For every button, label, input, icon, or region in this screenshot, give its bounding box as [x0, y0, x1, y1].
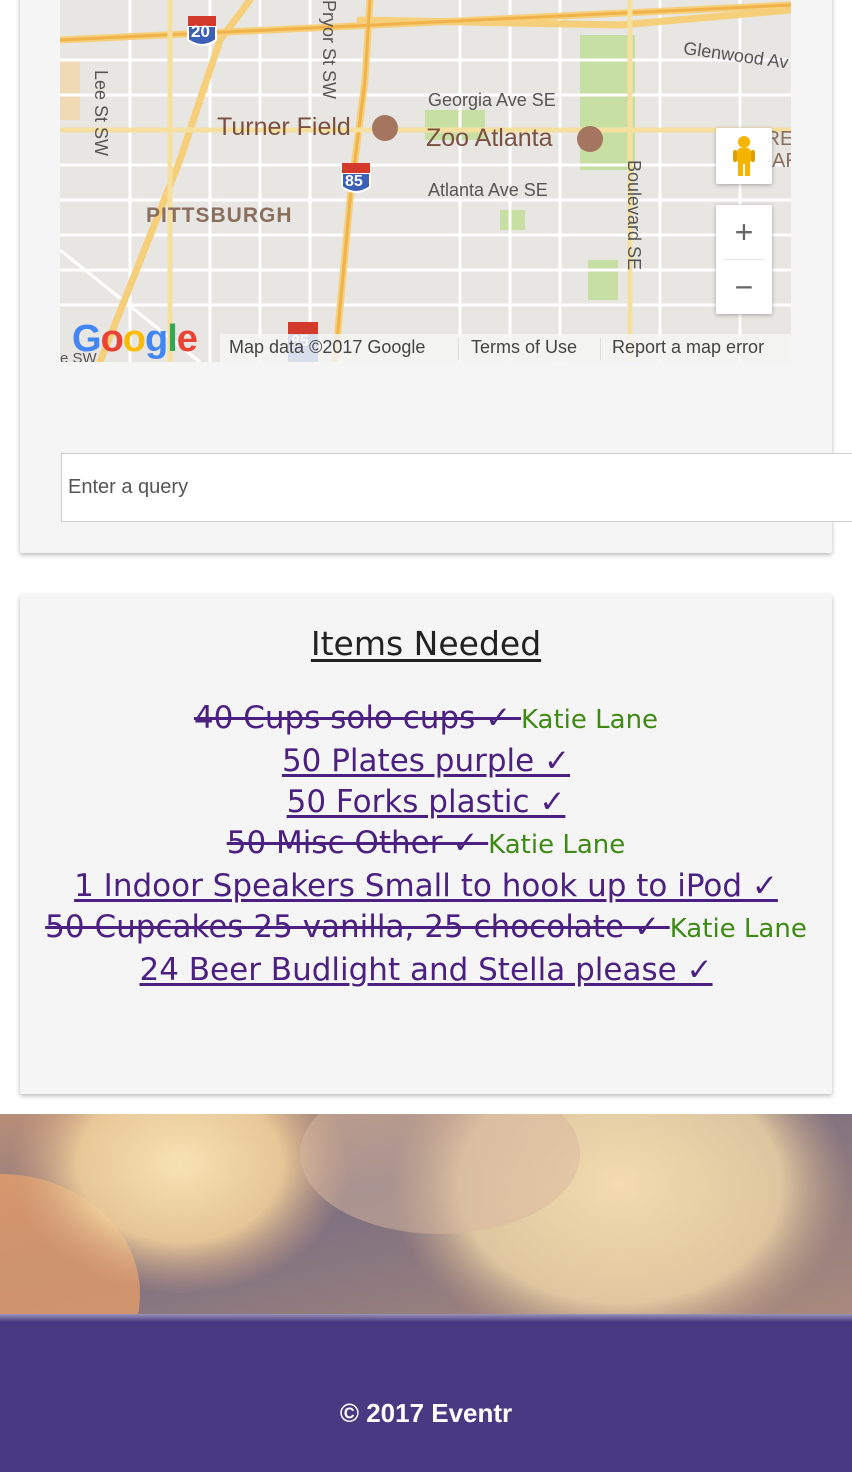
- google-logo[interactable]: Google: [72, 318, 198, 361]
- bokeh-background: [0, 1114, 852, 1314]
- list-item: 40 Cups solo cups ✓ Katie Lane: [20, 698, 832, 741]
- list-item: 50 Forks plastic ✓: [20, 782, 832, 823]
- map-footer-divider: [600, 338, 601, 360]
- google-logo-letter: o: [122, 318, 146, 360]
- interstate-85-label: 85: [345, 173, 363, 190]
- map[interactable]: 20 85 85 Pryor St SW Lee St SW Glenwood …: [60, 0, 791, 362]
- list-item: 24 Beer Budlight and Stella please ✓: [20, 950, 832, 991]
- google-logo-letter: G: [72, 318, 102, 360]
- atlanta-ave-label: Atlanta Ave SE: [428, 180, 548, 200]
- list-item: 50 Plates purple ✓: [20, 741, 832, 782]
- google-logo-letter: g: [145, 318, 168, 360]
- zoom-in-button[interactable]: +: [716, 205, 772, 259]
- items-needed-title: Items Needed: [310, 624, 542, 663]
- map-footer-divider: [458, 338, 459, 360]
- map-footer: Map data ©2017 Google Terms of Use Repor…: [220, 334, 791, 362]
- zoo-atlanta-label: Zoo Atlanta: [426, 124, 553, 152]
- item-link[interactable]: 40 Cups solo cups ✓: [194, 700, 521, 736]
- interstate-20-label: 20: [191, 22, 210, 41]
- item-claimed-by: Katie Lane: [669, 914, 807, 944]
- footer-shadow: [0, 1314, 852, 1322]
- item-link[interactable]: 24 Beer Budlight and Stella please ✓: [139, 952, 712, 988]
- site-footer: [0, 1322, 852, 1472]
- terms-of-use-link[interactable]: Terms of Use: [471, 337, 577, 358]
- area-partial-label: AR: [772, 150, 791, 172]
- zoom-out-button[interactable]: −: [716, 260, 772, 314]
- google-logo-letter: l: [167, 318, 178, 360]
- item-link[interactable]: 50 Forks plastic ✓: [287, 784, 566, 820]
- items-list: 40 Cups solo cups ✓ Katie Lane 50 Plates …: [20, 698, 832, 991]
- footer-copyright: © 2017 Eventr: [339, 1398, 513, 1428]
- google-logo-letter: o: [100, 318, 124, 360]
- item-link[interactable]: 50 Misc Other ✓: [227, 825, 488, 861]
- item-link[interactable]: 1 Indoor Speakers Small to hook up to iP…: [74, 868, 778, 904]
- google-logo-letter: e: [176, 318, 198, 360]
- boulevard-label: Boulevard SE: [624, 160, 644, 271]
- item-claimed-by: Katie Lane: [520, 705, 659, 735]
- search-input[interactable]: [61, 453, 852, 522]
- pryor-st-label: Pryor St SW: [319, 0, 339, 100]
- list-item: 1 Indoor Speakers Small to hook up to iP…: [20, 866, 832, 907]
- pegman-icon: [733, 136, 755, 176]
- map-data-attribution: Map data ©2017 Google: [229, 337, 426, 357]
- map-roads: [60, 0, 791, 362]
- list-item: 50 Cupcakes 25 vanilla, 25 chocolate ✓ K…: [20, 907, 832, 950]
- item-claimed-by: Katie Lane: [488, 830, 626, 860]
- turner-field-label: Turner Field: [217, 113, 351, 141]
- item-link[interactable]: 50 Plates purple ✓: [282, 743, 570, 779]
- report-map-error-link[interactable]: Report a map error: [612, 337, 764, 358]
- list-item: 50 Misc Other ✓ Katie Lane: [20, 823, 832, 866]
- item-link[interactable]: 50 Cupcakes 25 vanilla, 25 chocolate ✓: [45, 909, 670, 945]
- hero-background-image: [0, 1114, 852, 1314]
- street-view-pegman-button[interactable]: [716, 128, 772, 184]
- pittsburgh-label: PITTSBURGH: [146, 204, 293, 227]
- georgia-ave-label: Georgia Ave SE: [428, 90, 556, 110]
- zoom-control: + −: [716, 205, 772, 314]
- lee-st-label: Lee St SW: [91, 70, 111, 157]
